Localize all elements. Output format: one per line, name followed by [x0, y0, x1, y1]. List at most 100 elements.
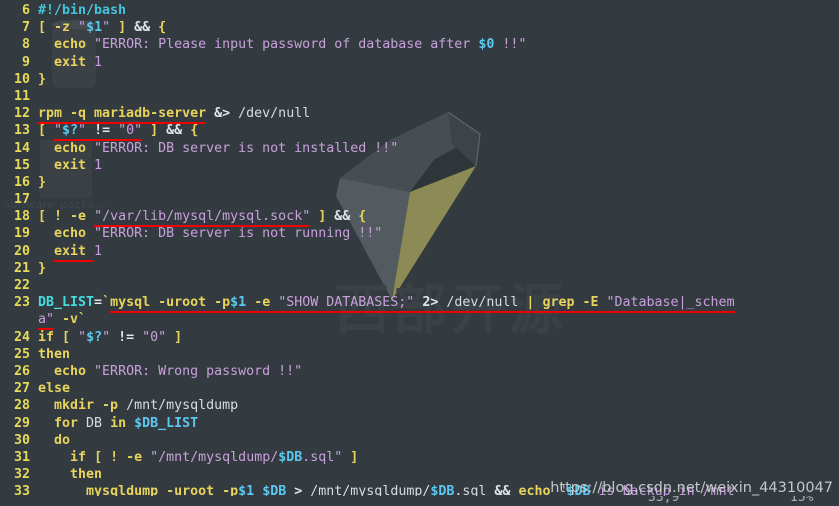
code-line[interactable]: 16}	[0, 174, 839, 191]
csdn-url-watermark: https://blog.csdn.net/weixin_44310047	[550, 480, 833, 496]
code-token: [ !	[94, 449, 127, 465]
code-line[interactable]: 8 echo "ERROR: Please input password of …	[0, 36, 839, 53]
line-number: 8	[21, 37, 30, 53]
cursor-position-indicator: 33,9	[648, 496, 680, 505]
code-token: "ERROR: DB server is not installed !!"	[94, 140, 399, 156]
code-line[interactable]: 24 if [ "$?" != "0" ]	[0, 329, 839, 346]
code-token: }	[38, 260, 47, 276]
line-number: 14	[13, 140, 30, 156]
scroll-percent-indicator: 15%	[790, 496, 814, 505]
code-line[interactable]: 25 then	[0, 346, 839, 363]
highlighted-code-token: mysql -uroot -p	[110, 295, 231, 311]
code-token: -v	[54, 312, 79, 328]
highlighted-code-token: "SHOW DATABASES;"	[278, 295, 415, 311]
highlighted-code-token: |	[518, 295, 543, 311]
code-token: -z	[54, 20, 79, 36]
code-token: echo	[54, 140, 95, 156]
code-line[interactable]: 17	[0, 191, 839, 208]
code-token: /dev/null	[238, 106, 311, 122]
code-token: in	[110, 415, 135, 431]
code-token: }	[38, 174, 47, 190]
line-number: 31	[13, 449, 30, 465]
code-token: $0	[478, 37, 495, 53]
highlighted-code-token: -e	[246, 295, 279, 311]
highlighted-code-token: 2>	[414, 295, 447, 311]
highlighted-code-token: $1	[230, 295, 247, 311]
code-token: "ERROR: DB server is not running !!"	[94, 226, 383, 242]
code-token: -e	[126, 449, 151, 465]
code-buffer[interactable]: 6 #!/bin/bash 7[ -z "$1" ] && {8 echo "ERR…	[0, 0, 839, 506]
code-token: "ERROR: Please input password of databas…	[94, 37, 479, 53]
code-line[interactable]: 28 mkdir -p /mnt/mysqldump	[0, 397, 839, 414]
code-token: echo	[54, 226, 95, 242]
highlighted-code-token: grep -E	[542, 295, 607, 311]
code-token: &&	[134, 20, 159, 36]
code-line[interactable]: 12 rpm -q mariadb-server &> /dev/null	[0, 105, 839, 122]
code-line[interactable]: 26 echo "ERROR: Wrong password !!"	[0, 363, 839, 380]
highlighted-code-token: "0"	[118, 123, 143, 139]
code-line[interactable]: 27 else	[0, 380, 839, 397]
code-token: {	[358, 209, 367, 225]
code-line[interactable]: 11	[0, 88, 839, 105]
code-token: {	[190, 123, 199, 139]
code-token: DB_LIST	[38, 295, 95, 311]
code-line[interactable]: 29 for DB in $DB_LIST	[0, 415, 839, 432]
code-token: 1	[94, 243, 103, 259]
code-token: [	[62, 329, 79, 345]
code-line[interactable]: 6 #!/bin/bash	[0, 2, 839, 19]
line-number: 30	[13, 432, 30, 448]
code-line[interactable]: 30 do	[0, 432, 839, 449]
code-token: "/mnt/mysqldump/	[150, 449, 279, 465]
highlighted-code-token: "/var/lib/mysql/mysql.sock"	[94, 209, 311, 225]
code-token: mkdir -p	[54, 398, 127, 414]
code-line[interactable]: 10}	[0, 71, 839, 88]
code-token: ]	[310, 209, 335, 225]
highlighted-code-token: /dev/null	[446, 295, 519, 311]
line-number: 26	[13, 363, 30, 379]
vim-editor-window[interactable]: root software_packa... 西部开源 6 #!/bin/bash…	[0, 0, 839, 506]
code-line[interactable]: 23 DB_LIST=`mysql -uroot -p$1 -e "SHOW DA…	[0, 294, 839, 311]
highlighted-code-token: "	[54, 123, 63, 139]
code-token: "ERROR: Wrong password !!"	[94, 363, 303, 379]
code-line[interactable]: 22	[0, 277, 839, 294]
highlighted-code-token: a"	[38, 312, 55, 328]
code-token: "	[102, 329, 119, 345]
line-number: 28	[13, 398, 30, 414]
code-line[interactable]: 14 echo "ERROR: DB server is not install…	[0, 140, 839, 157]
line-number: 27	[13, 381, 30, 397]
line-number: 12	[13, 106, 30, 122]
code-token: /mnt/mysqldump	[126, 398, 239, 414]
code-token: "0"	[142, 329, 167, 345]
code-line[interactable]: 15 exit 1	[0, 157, 839, 174]
code-line[interactable]: 13 [ "$?" != "0" ] && {	[0, 122, 839, 139]
line-number: 29	[13, 415, 30, 431]
code-line[interactable]: 18 [ ! -e "/var/lib/mysql/mysql.sock" ] &…	[0, 208, 839, 225]
code-token: "	[102, 20, 119, 36]
line-number: 17	[13, 192, 30, 208]
code-token: }	[38, 71, 47, 87]
code-line[interactable]: 9 exit 1	[0, 54, 839, 71]
code-line[interactable]: 7 [ -z "$1" ] && {	[0, 19, 839, 36]
code-token: exit	[54, 157, 95, 173]
code-token: echo	[54, 363, 95, 379]
line-number: 6	[21, 3, 30, 18]
code-line[interactable]: a" -v`	[0, 311, 839, 328]
highlighted-code-token: !=	[94, 123, 119, 139]
code-line[interactable]: 20 exit 1	[0, 243, 839, 260]
code-line[interactable]: 31 if [ ! -e "/mnt/mysqldump/$DB.sql" ]	[0, 449, 839, 466]
code-line[interactable]: 21}	[0, 260, 839, 277]
code-token: .sql"	[302, 449, 343, 465]
line-number: 23	[13, 295, 30, 311]
code-token: echo	[54, 37, 95, 53]
code-token: if	[38, 329, 63, 345]
code-token: -e	[70, 209, 95, 225]
code-line[interactable]: 19 echo "ERROR: DB server is not running…	[0, 225, 839, 242]
code-token: [	[38, 20, 55, 36]
line-number: 25	[13, 346, 30, 362]
code-token: ]	[166, 329, 183, 345]
